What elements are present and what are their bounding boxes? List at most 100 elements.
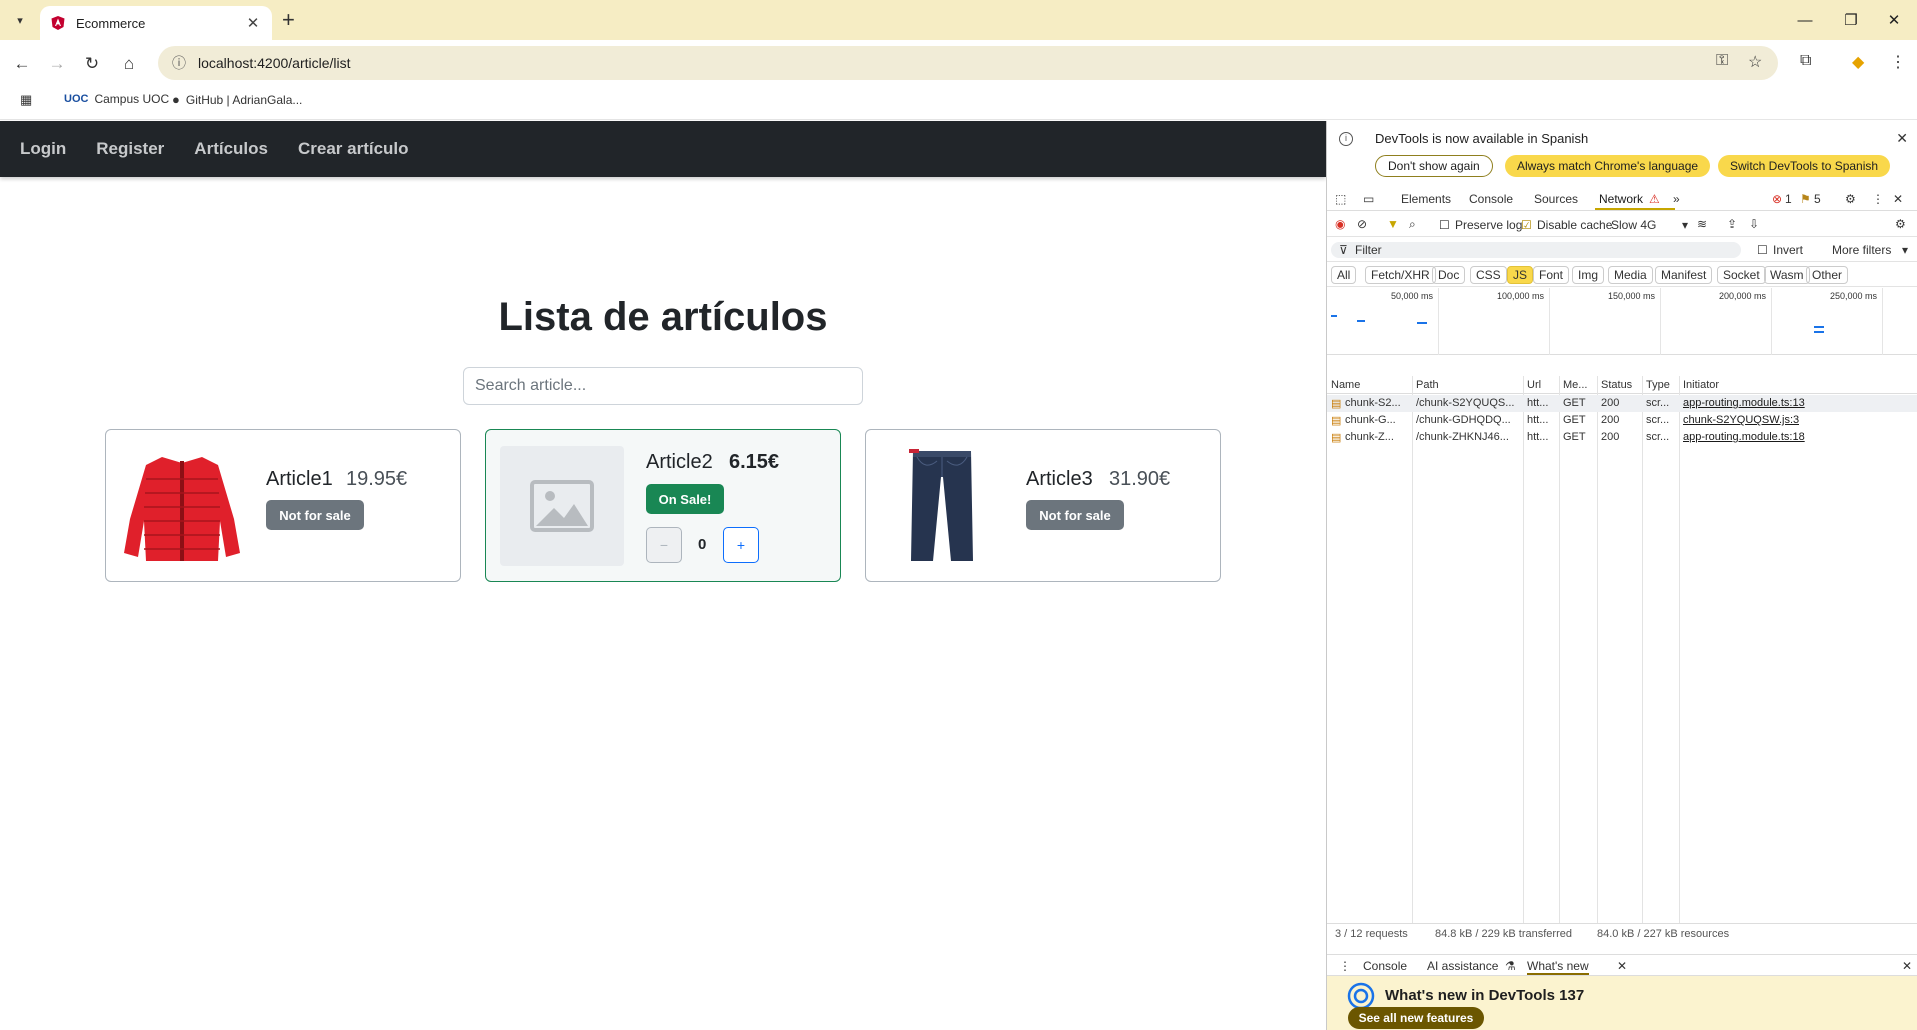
preserve-log-checkbox[interactable]: ☐ <box>1439 218 1450 232</box>
request-row[interactable]: ▤ chunk-Z... /chunk-ZHKNJ46... htt... GE… <box>1327 429 1917 446</box>
export-har-icon[interactable]: ⇩ <box>1749 217 1759 231</box>
tab-search-chevron-icon[interactable]: ▾ <box>8 8 32 32</box>
request-row[interactable]: ▤ chunk-G... /chunk-GDHQDQ... htt... GET… <box>1327 412 1917 429</box>
column-type[interactable]: Type <box>1646 379 1670 391</box>
drawer-menu-icon[interactable]: ⋮ <box>1339 959 1351 973</box>
image-placeholder-icon <box>500 446 624 566</box>
request-row[interactable]: ▤ chunk-S2... /chunk-S2YQUQS... htt... G… <box>1327 395 1917 412</box>
type-filter-other[interactable]: Other <box>1806 266 1849 284</box>
tab-network[interactable]: Network <box>1599 192 1643 206</box>
back-icon[interactable]: ← <box>8 50 36 78</box>
type-filter-fetch[interactable]: Fetch/XHR <box>1365 266 1436 284</box>
request-initiator-link[interactable]: chunk-S2YQUQSW.js:3 <box>1683 414 1799 426</box>
type-filter-socket[interactable]: Socket <box>1717 266 1766 284</box>
new-tab-button[interactable]: + <box>282 8 295 32</box>
article-name: Article1 <box>266 468 333 490</box>
column-divider <box>1523 376 1524 924</box>
close-devtools-icon[interactable]: ✕ <box>1893 192 1903 206</box>
dont-show-again-button[interactable]: Don't show again <box>1375 155 1493 177</box>
type-filter-wasm[interactable]: Wasm <box>1764 266 1810 284</box>
type-filter-all[interactable]: All <box>1331 266 1357 284</box>
drawer-tab-whats-new[interactable]: What's new <box>1527 959 1589 975</box>
timeline-label: 150,000 ms <box>1608 291 1656 301</box>
profile-avatar[interactable]: ◆ <box>1852 52 1864 72</box>
reload-icon[interactable]: ↻ <box>78 50 106 78</box>
column-name[interactable]: Name <box>1331 379 1360 391</box>
search-input[interactable] <box>463 367 863 405</box>
tab-console[interactable]: Console <box>1469 192 1513 206</box>
bookmark-github[interactable]: ● GitHub | AdrianGala... <box>172 92 302 107</box>
drawer-tab-ai-assistance[interactable]: AI assistance <box>1427 959 1498 973</box>
close-drawer-icon[interactable]: ✕ <box>1902 959 1912 973</box>
disable-cache-checkbox[interactable]: ☑ <box>1521 218 1532 232</box>
type-filter-css[interactable]: CSS <box>1470 266 1507 284</box>
import-har-icon[interactable]: ⇪ <box>1727 217 1737 231</box>
chrome-menu-icon[interactable]: ⋮ <box>1890 52 1906 72</box>
chevron-down-icon[interactable]: ▾ <box>1682 218 1688 232</box>
column-method[interactable]: Me... <box>1563 379 1587 391</box>
nav-crear-articulo[interactable]: Crear artículo <box>298 139 409 159</box>
network-conditions-icon[interactable]: ≋ <box>1697 217 1707 231</box>
clear-icon[interactable]: ⊘ <box>1357 217 1367 231</box>
apps-grid-icon[interactable]: ▦ <box>20 92 38 108</box>
column-url[interactable]: Url <box>1527 379 1541 391</box>
extensions-icon[interactable]: ⧉ <box>1800 52 1811 70</box>
settings-gear-icon[interactable]: ⚙ <box>1845 192 1856 206</box>
close-window-icon[interactable]: ✕ <box>1871 0 1917 40</box>
network-settings-icon[interactable]: ⚙ <box>1895 217 1906 231</box>
request-initiator-link[interactable]: app-routing.module.ts:18 <box>1683 431 1805 443</box>
request-method: GET <box>1563 431 1586 443</box>
nav-login[interactable]: Login <box>20 139 66 159</box>
throttling-select[interactable]: Slow 4G <box>1611 218 1656 232</box>
search-icon[interactable]: ⌕ <box>1409 217 1416 232</box>
filter-input[interactable]: ⊽ Filter <box>1331 242 1741 258</box>
type-filter-media[interactable]: Media <box>1608 266 1653 284</box>
nav-articulos[interactable]: Artículos <box>194 139 268 159</box>
close-tab-icon[interactable]: ✕ <box>244 14 262 32</box>
request-initiator-link[interactable]: app-routing.module.ts:13 <box>1683 397 1805 409</box>
bookmark-star-icon[interactable]: ☆ <box>1748 52 1762 72</box>
type-filter-js[interactable]: JS <box>1507 266 1534 284</box>
request-type: scr... <box>1646 397 1670 409</box>
inspect-element-icon[interactable]: ⬚ <box>1335 192 1346 206</box>
drawer-tab-console[interactable]: Console <box>1363 959 1407 973</box>
see-all-features-button[interactable]: See all new features <box>1348 1007 1484 1029</box>
type-filter-font[interactable]: Font <box>1533 266 1570 284</box>
invert-checkbox[interactable]: ☐ <box>1757 243 1768 257</box>
type-filter-manifest[interactable]: Manifest <box>1655 266 1713 284</box>
network-overview-timeline[interactable]: 50,000 ms 100,000 ms 150,000 ms 200,000 … <box>1327 288 1917 355</box>
column-status[interactable]: Status <box>1601 379 1632 391</box>
column-initiator[interactable]: Initiator <box>1683 379 1719 391</box>
decrease-quantity-button[interactable]: − <box>646 527 682 563</box>
type-filter-doc[interactable]: Doc <box>1432 266 1466 284</box>
minimize-icon[interactable]: — <box>1782 0 1828 40</box>
device-toolbar-icon[interactable]: ▭ <box>1363 192 1374 206</box>
record-stop-icon[interactable]: ◉ <box>1335 217 1345 231</box>
more-filters-button[interactable]: More filters <box>1832 243 1891 257</box>
always-match-language-button[interactable]: Always match Chrome's language <box>1505 155 1711 177</box>
switch-to-spanish-button[interactable]: Switch DevTools to Spanish <box>1718 155 1891 177</box>
restore-icon[interactable]: ❐ <box>1828 0 1874 40</box>
forward-icon[interactable]: → <box>43 50 71 78</box>
nav-register[interactable]: Register <box>96 139 164 159</box>
type-filter-img[interactable]: Img <box>1572 266 1605 284</box>
bookmark-campus-uoc[interactable]: UOC Campus UOC <box>64 92 169 106</box>
close-whats-new-icon[interactable]: ✕ <box>1617 959 1627 973</box>
close-banner-icon[interactable]: ✕ <box>1896 130 1908 147</box>
devtools-menu-icon[interactable]: ⋮ <box>1872 192 1884 206</box>
quantity-value: 0 <box>698 536 707 553</box>
address-bar[interactable]: ⓘ localhost:4200/article/list <box>158 46 1778 80</box>
filter-funnel-icon[interactable]: ▼ <box>1387 217 1399 231</box>
browser-tab[interactable]: Ecommerce ✕ <box>40 6 272 40</box>
tab-sources[interactable]: Sources <box>1534 192 1578 206</box>
tab-elements[interactable]: Elements <box>1401 192 1451 206</box>
increase-quantity-button[interactable]: + <box>723 527 759 563</box>
home-icon[interactable]: ⌂ <box>115 50 143 78</box>
warning-count-icon[interactable]: ⚑ <box>1800 192 1811 206</box>
on-sale-badge: On Sale! <box>646 484 724 514</box>
password-key-icon[interactable]: ⚿ <box>1716 52 1728 70</box>
error-count-icon[interactable]: ⊗ <box>1772 192 1782 206</box>
site-info-icon[interactable]: ⓘ <box>172 53 186 73</box>
column-path[interactable]: Path <box>1416 379 1439 391</box>
more-tabs-icon[interactable]: » <box>1673 192 1680 206</box>
